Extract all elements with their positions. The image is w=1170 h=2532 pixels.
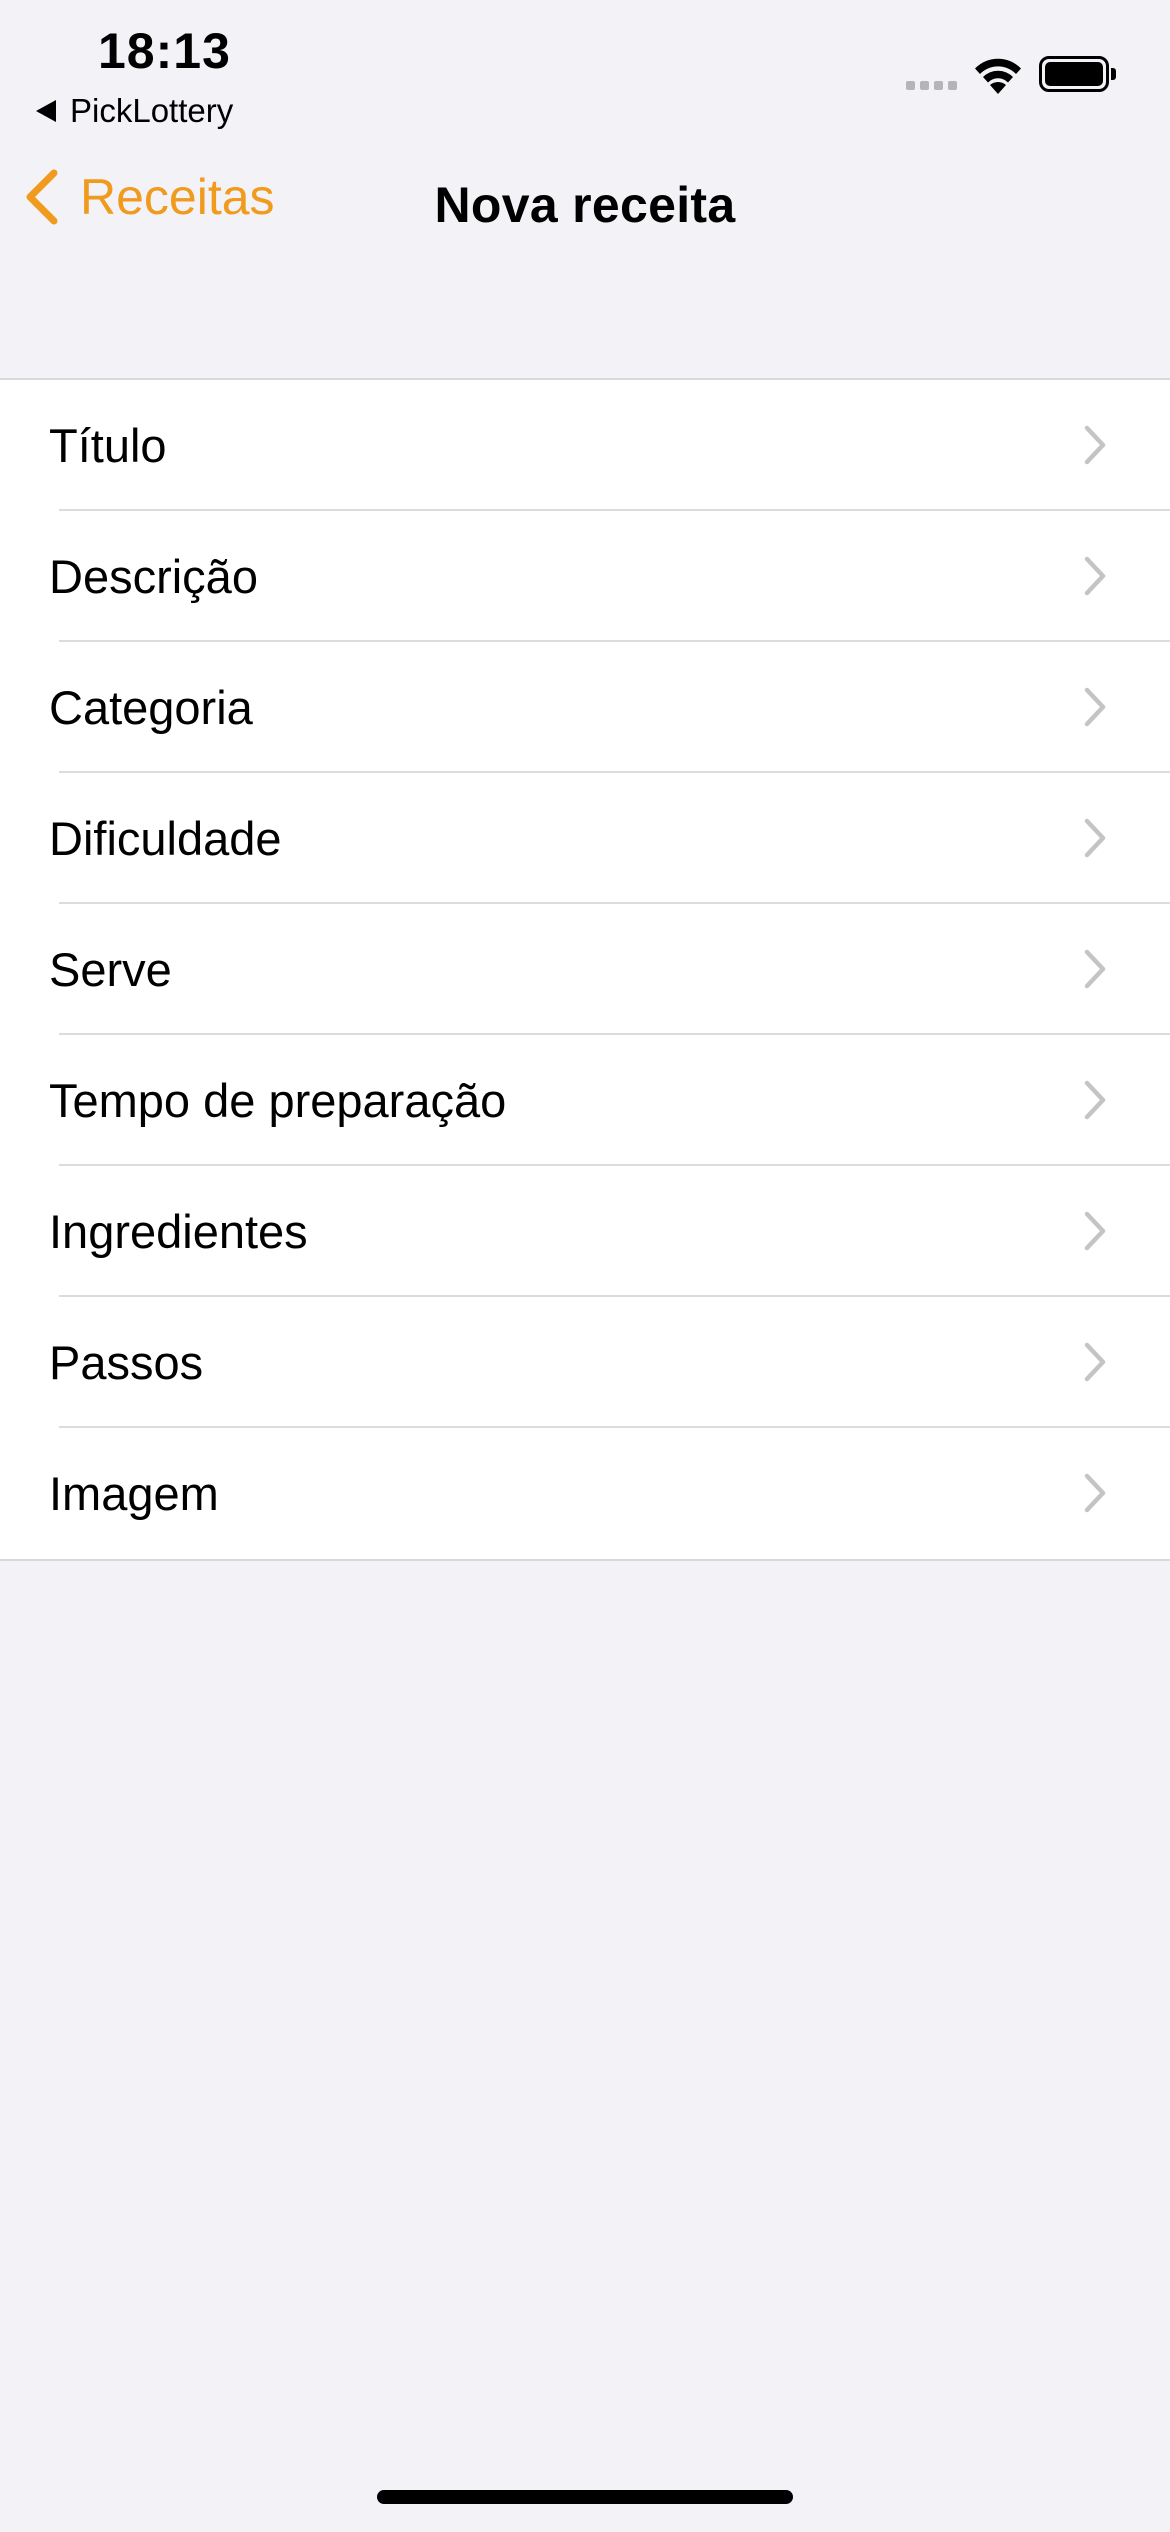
list-item-serve[interactable]: Serve [0, 904, 1170, 1035]
list-item-label: Título [49, 419, 167, 472]
status-back-to-app[interactable]: PickLottery [36, 92, 233, 130]
chevron-right-icon [1084, 1080, 1106, 1120]
list-item-ingredientes[interactable]: Ingredientes [0, 1166, 1170, 1297]
chevron-right-icon [1084, 949, 1106, 989]
status-back-app-label: PickLottery [70, 92, 234, 129]
page-title-text: Nova receita [434, 177, 736, 233]
cellular-signal-icon [906, 81, 957, 90]
chevron-right-icon [1084, 1473, 1106, 1513]
list-item-titulo[interactable]: Título [0, 380, 1170, 511]
list-item-label: Categoria [49, 681, 253, 734]
list-item-imagem[interactable]: Imagem [0, 1428, 1170, 1559]
list-item-passos[interactable]: Passos [0, 1297, 1170, 1428]
list-item-dificuldade[interactable]: Dificuldade [0, 773, 1170, 904]
chevron-right-icon [1084, 1211, 1106, 1251]
wifi-icon [975, 58, 1021, 94]
back-triangle-icon [36, 100, 56, 122]
battery-icon [1039, 56, 1116, 92]
list-item-categoria[interactable]: Categoria [0, 642, 1170, 773]
page-title: Nova receita [0, 176, 1170, 234]
list-item-descricao[interactable]: Descrição [0, 511, 1170, 642]
list-item-label: Serve [49, 943, 172, 996]
list-item-tempo-de-preparacao[interactable]: Tempo de preparação [0, 1035, 1170, 1166]
list-item-label: Passos [49, 1336, 204, 1389]
chevron-right-icon [1084, 556, 1106, 596]
list-item-label: Descrição [49, 550, 258, 603]
list-item-label: Imagem [49, 1467, 219, 1520]
status-bar: 18:13 PickLottery [0, 0, 1170, 140]
chevron-right-icon [1084, 425, 1106, 465]
list-item-label: Ingredientes [49, 1205, 308, 1258]
chevron-right-icon [1084, 818, 1106, 858]
chevron-right-icon [1084, 1342, 1106, 1382]
home-indicator[interactable] [377, 2490, 793, 2504]
list-item-label: Dificuldade [49, 812, 282, 865]
list-item-label: Tempo de preparação [49, 1074, 507, 1127]
recipe-field-list: Título Descrição Categoria Dificuldade S… [0, 378, 1170, 1561]
chevron-right-icon [1084, 687, 1106, 727]
status-time: 18:13 [98, 23, 231, 79]
